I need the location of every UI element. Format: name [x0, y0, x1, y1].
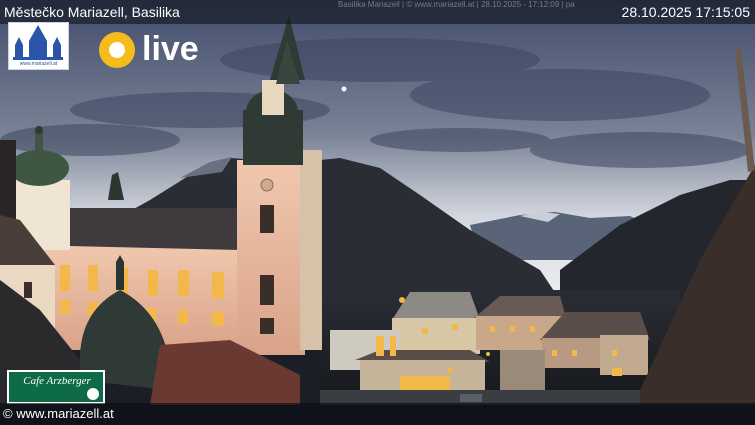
basilica-towers-icon — [13, 25, 63, 60]
sun-icon — [99, 32, 135, 68]
live-logo: live — [99, 30, 209, 69]
overlay-text: Basilika Mariazell | © www.mariazell.at … — [338, 0, 575, 9]
live-label: live — [142, 30, 199, 68]
sponsor-logo[interactable]: Cafe Arzberger — [7, 370, 105, 404]
crest-icon — [87, 388, 99, 400]
logo-url: www.mariazell.at — [19, 61, 58, 67]
webcam-title: Městečko Mariazell, Basilika — [4, 4, 180, 20]
webcam-view: Městečko Mariazell, Basilika Basilika Ma… — [0, 0, 755, 425]
moon — [341, 86, 347, 92]
mariazell-logo[interactable]: www.mariazell.at — [8, 22, 69, 70]
copyright-credit[interactable]: © www.mariazell.at — [3, 406, 114, 422]
timestamp: 28.10.2025 17:15:05 — [621, 4, 750, 20]
car — [460, 394, 482, 402]
sponsor-name: Cafe Arzberger — [23, 375, 91, 387]
